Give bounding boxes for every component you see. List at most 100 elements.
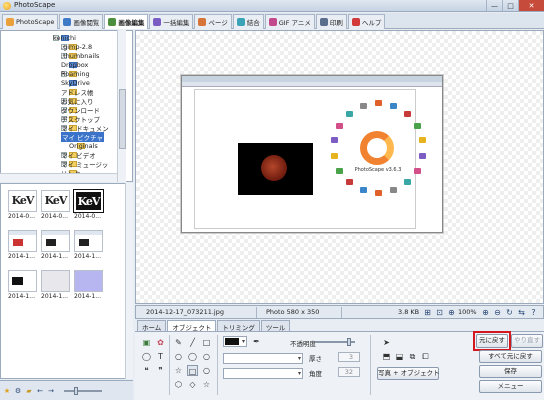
thumbnail[interactable]: 2014-1... (8, 230, 37, 260)
square-shape-icon[interactable]: □ (187, 365, 198, 376)
thumbnail[interactable]: 2014-1... (74, 270, 103, 300)
thumbnail-image (74, 230, 103, 252)
star-outline-icon[interactable]: ☆ (201, 379, 212, 390)
fit-window-icon[interactable]: ⊞ (423, 308, 432, 317)
photo-object-button[interactable]: 写真 + オブジェクト (377, 367, 440, 380)
tab-icon (319, 18, 328, 26)
thickness-spinner[interactable]: 3 (338, 352, 360, 362)
scrollbar-thumb[interactable] (119, 89, 126, 149)
tree-item-label: .thumbnails (61, 51, 100, 60)
tab-4[interactable]: ページ (194, 14, 232, 29)
status-dimensions: Photo 580 x 350 (266, 308, 320, 316)
speech-bubble-icon[interactable]: ◯ (141, 351, 152, 362)
tab-2[interactable]: 画像編集 (104, 14, 149, 29)
thumbnail[interactable]: KeV 2014-0... (41, 190, 70, 220)
opacity-slider[interactable] (315, 338, 355, 346)
close-button[interactable]: ✕ (518, 0, 544, 11)
thumbnail-image: KeV (41, 190, 70, 212)
thumbnail[interactable]: KeV 2014-0... (73, 189, 104, 220)
line-icon[interactable]: ╱ (187, 337, 198, 348)
tab-1[interactable]: 画像閲覧 (59, 14, 104, 29)
menu-ring-icon (419, 137, 427, 144)
clipart-icon[interactable]: ✿ (155, 337, 166, 348)
zoom-in-icon[interactable]: ⊕ (447, 308, 456, 317)
text-icon[interactable]: T (155, 351, 166, 362)
tab-label: GIF アニメ (278, 19, 311, 27)
circle-shape-icon[interactable]: ○ (201, 365, 212, 376)
tab-8[interactable]: ヘルプ (347, 14, 386, 29)
divider (341, 307, 342, 318)
delete-icon[interactable]: ⧠ (420, 351, 431, 362)
folder-tree-scrollbar[interactable] (117, 30, 126, 182)
duplicate-icon[interactable]: ⧉ (407, 351, 418, 362)
angle-spinner[interactable]: 32 (338, 367, 360, 377)
bring-front-icon[interactable]: ⬒ (381, 351, 392, 362)
photo-insert-icon[interactable]: ▣ (141, 337, 152, 348)
thumbnail[interactable]: 2014-1... (8, 270, 37, 300)
tab-7[interactable]: 印刷 (315, 14, 347, 29)
tab-3[interactable]: 一括編集 (149, 14, 194, 29)
brush-icon[interactable]: ✎ (173, 337, 184, 348)
settings-icon[interactable]: ⚙ (14, 387, 22, 395)
thumbnail-scrollbar[interactable] (125, 183, 133, 379)
edited-photo[interactable]: PhotoScape v3.6.3 (181, 75, 443, 233)
tab-5[interactable]: 結合 (232, 14, 264, 29)
star-shape-icon[interactable]: ☆ (173, 365, 184, 376)
circle-icon[interactable]: ◯ (187, 351, 198, 362)
circle-icon[interactable]: ○ (201, 351, 212, 362)
tree-item[interactable]: + .thumbnails (61, 51, 99, 60)
send-back-icon[interactable]: ⬓ (394, 351, 405, 362)
menu-ring-icon (419, 152, 427, 159)
thumbnail[interactable]: 2014-1... (74, 230, 103, 260)
cursor-icon[interactable]: ➤ (381, 337, 392, 348)
star-icon[interactable]: ★ (3, 387, 11, 395)
slider-knob[interactable] (347, 338, 351, 346)
slider-knob[interactable] (74, 386, 78, 395)
minimize-button[interactable]: — (486, 0, 502, 11)
folder-tree-horizontal-scrollbar[interactable] (0, 173, 117, 182)
color-picker[interactable]: ▾ (223, 336, 247, 347)
tree-item[interactable]: + .gimp-2.8 (61, 42, 92, 51)
quote-icon[interactable]: ❝ (141, 365, 152, 376)
line-style-dropdown[interactable]: ▾ (223, 353, 303, 364)
circle-icon[interactable]: ○ (173, 351, 184, 362)
rectangle-icon[interactable]: □ (201, 337, 212, 348)
quote-close-icon[interactable]: ❞ (155, 365, 166, 376)
menu-ring-icon (413, 167, 421, 174)
thumbnail-size-slider[interactable] (64, 386, 102, 395)
menu-ring-icon (336, 167, 344, 174)
menu-button[interactable]: メニュー (479, 380, 542, 393)
photoscape-logo (360, 131, 394, 165)
actual-size-icon[interactable]: ⊡ (435, 308, 444, 317)
maximize-button[interactable]: □ (502, 0, 518, 11)
zoom-out-icon[interactable]: ⊖ (493, 308, 502, 317)
tree-item[interactable]: -マイ ピクチャ (61, 131, 105, 142)
chevron-down-icon: ▾ (297, 355, 301, 362)
forward-arrow-icon[interactable]: → (47, 387, 55, 395)
eyedropper-icon[interactable]: ✒ (251, 336, 262, 347)
diamond-icon[interactable]: ◇ (187, 379, 198, 390)
save-button[interactable]: 保存 (479, 365, 542, 378)
tree-item-label: Originals (69, 141, 98, 150)
zoom-in-icon[interactable]: ⊕ (481, 308, 490, 317)
tree-item[interactable]: + Roaming (61, 69, 90, 78)
back-arrow-icon[interactable]: ← (36, 387, 44, 395)
thumbnail[interactable]: 2014-1... (41, 230, 70, 260)
tab-6[interactable]: GIF アニメ (264, 14, 315, 29)
folder-icon[interactable]: ▰ (25, 387, 33, 395)
thumbnail[interactable]: 2014-1... (41, 270, 70, 300)
compare-icon[interactable]: ⇆ (517, 308, 526, 317)
tab-0[interactable]: PhotoScape (2, 14, 59, 29)
redo-button[interactable]: やり直す (511, 334, 543, 348)
help-icon[interactable]: ? (529, 308, 538, 317)
polygon-icon[interactable]: ⬡ (173, 379, 184, 390)
thumbnail[interactable]: KeV 2014-0... (8, 190, 37, 220)
arrow-style-dropdown[interactable]: ▾ (223, 368, 303, 379)
undo-all-button[interactable]: すべて元に戻す (479, 350, 542, 363)
thumbnail-detail (79, 239, 89, 246)
rotate-icon[interactable]: ↻ (505, 308, 514, 317)
tree-item[interactable]: - kenichi (53, 33, 76, 42)
thumbnail-caption: 2014-1... (74, 293, 101, 300)
tree-item[interactable]: Dropbox (61, 60, 88, 69)
folder-tree[interactable]: - kenichi + .gimp-2.8 + .thumbnails Dropbox + Ro… (0, 30, 133, 182)
